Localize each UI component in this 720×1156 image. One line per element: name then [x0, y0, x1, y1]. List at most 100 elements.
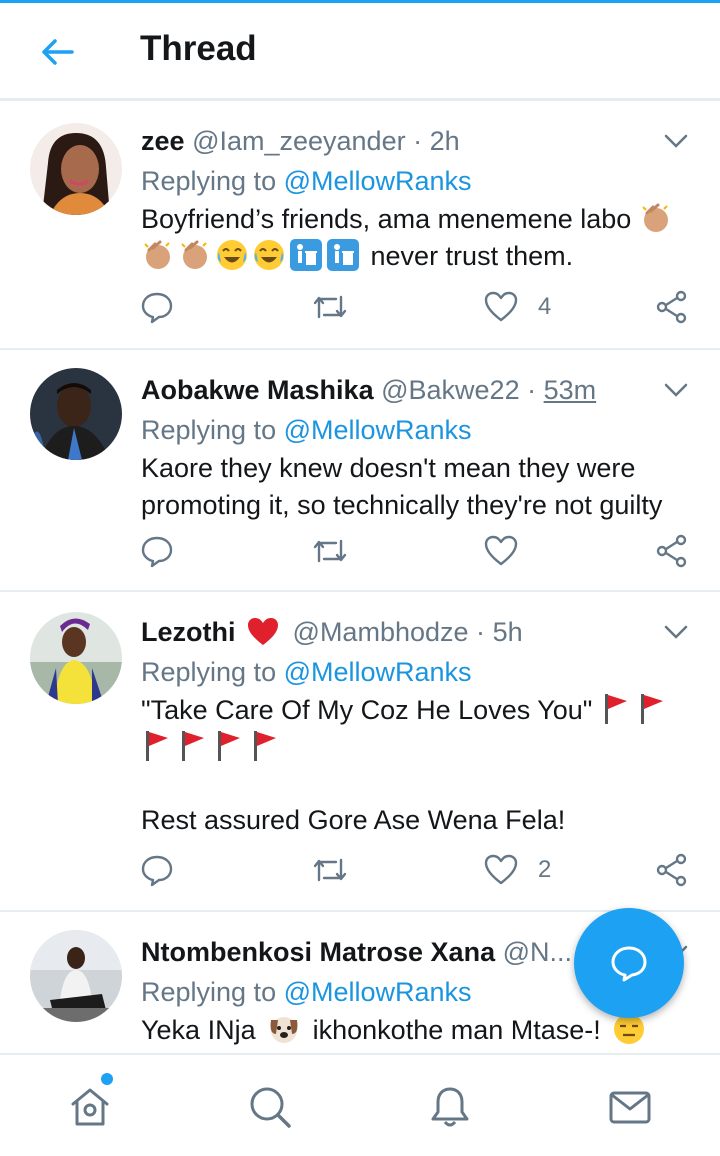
retweet-icon — [313, 295, 347, 319]
search-icon — [250, 1087, 291, 1128]
share-button[interactable] — [656, 531, 688, 571]
replying-to-link[interactable]: @MellowRanks — [284, 977, 472, 1007]
tweet-header: zee @Iam_zeeyander · 2h — [141, 121, 660, 161]
tweet-text-line: promoting it, so technically they're not… — [141, 490, 663, 520]
tweet[interactable]: Lezothi @Mambhodze · 5h Replying to @Mel… — [0, 592, 720, 912]
clapping-hands-emoji — [181, 240, 207, 269]
tweet-actions — [0, 531, 720, 581]
tweet-text: "Take Care Of My Coz He Loves You" Rest … — [141, 692, 700, 839]
app-header: Thread — [0, 3, 720, 101]
timestamp[interactable]: 53m — [544, 375, 597, 405]
like-count: 2 — [538, 856, 552, 883]
compose-reply-icon — [611, 946, 647, 982]
reply-button[interactable] — [140, 850, 174, 890]
tweet-actions: 2 — [0, 850, 720, 900]
red-flag-emoji — [146, 731, 168, 761]
replying-to: Replying to @MellowRanks — [141, 972, 472, 1012]
tweet-text: Boyfriend’s friends, ama menemene labo n… — [141, 201, 700, 275]
retweet-button[interactable] — [312, 531, 348, 571]
display-name[interactable]: zee — [141, 126, 185, 156]
like-button[interactable] — [484, 531, 538, 571]
timestamp[interactable]: 5h — [493, 617, 523, 647]
new-content-dot — [101, 1073, 113, 1085]
red-flag-emoji — [604, 694, 627, 724]
retweet-button[interactable] — [312, 850, 348, 890]
separator-dot: · — [476, 617, 486, 647]
share-button[interactable] — [656, 287, 688, 327]
nav-home[interactable] — [66, 1083, 114, 1131]
tweet-text-part: ikhonkothe man Mtase-! — [312, 1015, 601, 1045]
tweet-text-part: "Take Care Of My Coz He Loves You" — [141, 695, 593, 725]
chevron-down-icon[interactable] — [664, 131, 688, 151]
bottom-navigation — [0, 1053, 720, 1156]
speech-bubble-icon — [141, 536, 173, 568]
tweet-header: Aobakwe Mashika @Bakwe22 · 53m — [141, 370, 660, 410]
timestamp[interactable]: 2h — [430, 126, 460, 156]
tweet-text: Yeka INja ikhonkothe man Mtase-! — [141, 1012, 700, 1049]
avatar[interactable] — [30, 930, 122, 1022]
compose-reply-button[interactable] — [574, 908, 684, 1018]
replying-to-link[interactable]: @MellowRanks — [284, 166, 472, 196]
tweet-text-part: Boyfriend’s friends, ama menemene labo — [141, 204, 632, 234]
bell-icon — [431, 1087, 469, 1127]
like-button[interactable]: 4 — [484, 287, 551, 327]
share-icon — [656, 853, 687, 887]
replying-to: Replying to @MellowRanks — [141, 652, 472, 692]
nav-search[interactable] — [246, 1083, 294, 1131]
replying-to: Replying to @MellowRanks — [141, 410, 472, 450]
speech-bubble-icon — [141, 292, 173, 324]
display-name[interactable]: Lezothi — [141, 617, 236, 647]
user-handle[interactable]: @N... — [503, 937, 572, 967]
replying-to-label: Replying to — [141, 657, 284, 687]
heart-icon — [484, 854, 518, 885]
replying-to-link[interactable]: @MellowRanks — [284, 415, 472, 445]
home-icon — [71, 1088, 109, 1126]
tweet[interactable]: Aobakwe Mashika @Bakwe22 · 53m Replying … — [0, 350, 720, 592]
nav-messages[interactable] — [606, 1083, 654, 1131]
replying-to-label: Replying to — [141, 415, 284, 445]
retweet-icon — [313, 858, 347, 882]
replying-to-link[interactable]: @MellowRanks — [284, 657, 472, 687]
replying-to: Replying to @MellowRanks — [141, 161, 472, 201]
tweet-header: Lezothi @Mambhodze · 5h — [141, 612, 660, 652]
red-flag-emoji — [218, 731, 240, 761]
tweet-text-part: Rest assured Gore Ase Wena Fela! — [141, 805, 566, 835]
display-name[interactable]: Aobakwe Mashika — [141, 375, 374, 405]
separator-dot: · — [413, 126, 423, 156]
avatar[interactable] — [30, 368, 122, 460]
red-flag-emoji — [640, 694, 663, 724]
separator-dot: · — [527, 375, 537, 405]
tears-of-joy-emoji — [254, 240, 284, 270]
replying-to-label: Replying to — [141, 977, 284, 1007]
replying-to-label: Replying to — [141, 166, 284, 196]
tweet-text-part: Yeka INja — [141, 1015, 256, 1045]
like-count: 4 — [538, 293, 552, 320]
tweet-text: Kaore they knew doesn't mean they were p… — [141, 450, 700, 524]
back-button[interactable] — [34, 31, 80, 73]
tweet-actions: 4 — [0, 287, 720, 337]
red-heart-emoji — [248, 617, 279, 645]
clapping-hands-emoji — [144, 240, 170, 269]
nav-notifications[interactable] — [426, 1083, 474, 1131]
avatar[interactable] — [30, 612, 122, 704]
share-button[interactable] — [656, 850, 688, 890]
reply-button[interactable] — [140, 287, 174, 327]
user-handle[interactable]: @Mambhodze — [293, 617, 469, 647]
reply-button[interactable] — [140, 531, 174, 571]
heart-icon — [484, 535, 518, 566]
user-handle[interactable]: @Iam_zeeyander — [192, 126, 406, 156]
tweet-text-line: Kaore they knew doesn't mean they were — [141, 453, 636, 483]
clapping-hands-emoji — [642, 203, 668, 232]
user-handle[interactable]: @Bakwe22 — [381, 375, 519, 405]
litter-bin-emoji — [327, 239, 359, 271]
red-flag-emoji — [182, 731, 204, 761]
display-name[interactable]: Ntombenkosi Matrose Xana — [141, 937, 495, 967]
chevron-down-icon[interactable] — [664, 380, 688, 400]
avatar[interactable] — [30, 123, 122, 215]
retweet-button[interactable] — [312, 287, 348, 327]
like-button[interactable]: 2 — [484, 850, 551, 890]
litter-bin-emoji — [290, 239, 322, 271]
tweet[interactable]: zee @Iam_zeeyander · 2h Replying to @Mel… — [0, 101, 720, 350]
speech-bubble-icon — [141, 855, 173, 887]
chevron-down-icon[interactable] — [664, 622, 688, 642]
